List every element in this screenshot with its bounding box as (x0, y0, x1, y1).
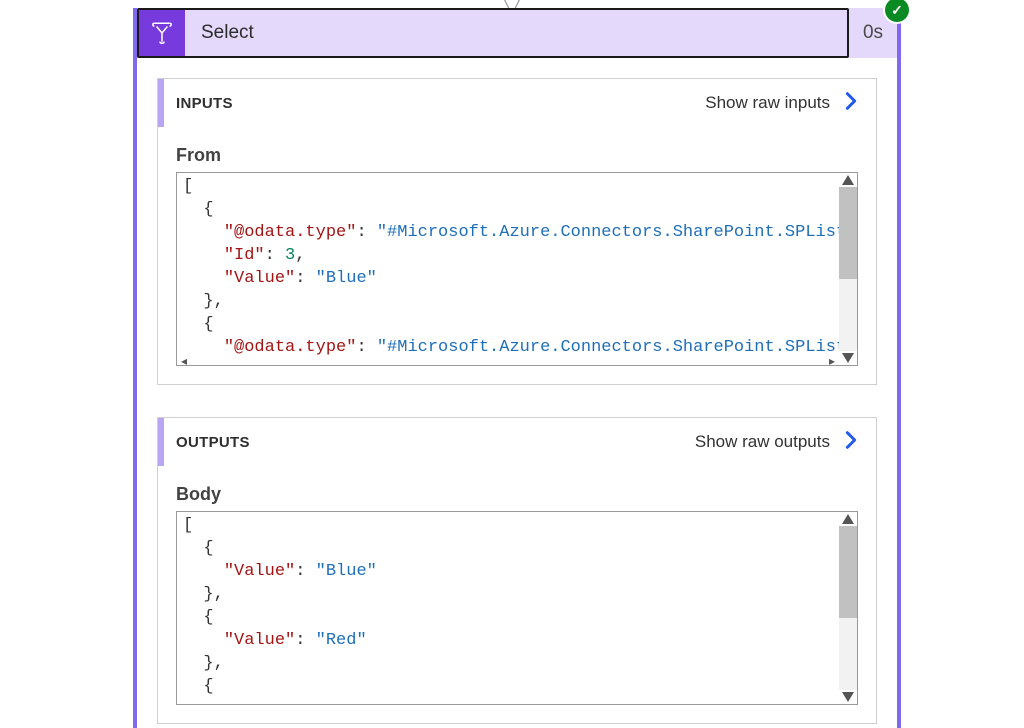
code-line: { (183, 537, 839, 560)
select-action-card[interactable]: ✓ Select 0s (133, 8, 901, 728)
inputs-panel-title: INPUTS (164, 95, 705, 112)
code-line: "@odata.type": "#Microsoft.Azure.Connect… (183, 221, 839, 244)
inputs-panel: INPUTS Show raw inputs From [ { "@odata.… (157, 78, 877, 385)
code-line: { (183, 675, 839, 698)
code-line: "Value": "Blue" (183, 560, 839, 583)
inputs-from-label: From (176, 145, 858, 166)
show-raw-inputs-label: Show raw inputs (705, 93, 830, 113)
code-line: "Id": 3, (183, 244, 839, 267)
code-line: { (183, 198, 839, 221)
show-raw-outputs-link[interactable]: Show raw outputs (695, 429, 862, 456)
chevron-right-icon (840, 429, 862, 456)
code-line: }, (183, 583, 839, 606)
show-raw-inputs-link[interactable]: Show raw inputs (705, 90, 862, 117)
chevron-right-icon (840, 90, 862, 117)
status-success-icon: ✓ (885, 0, 909, 22)
code-line: "Value": "Red" (183, 629, 839, 652)
outputs-panel-title: OUTPUTS (164, 434, 695, 451)
code-line: }, (183, 290, 839, 313)
vertical-scrollbar[interactable] (839, 526, 857, 690)
outputs-panel: OUTPUTS Show raw outputs Body [ { "Value… (157, 417, 877, 724)
select-action-icon (139, 10, 185, 56)
inputs-code-box[interactable]: [ { "@odata.type": "#Microsoft.Azure.Con… (176, 172, 858, 366)
code-line: "Value": "Blue" (183, 267, 839, 290)
code-line: { (183, 606, 839, 629)
action-title: Select (185, 22, 254, 44)
code-line: { (183, 313, 839, 336)
action-header[interactable]: Select 0s (137, 8, 897, 58)
show-raw-outputs-label: Show raw outputs (695, 432, 830, 452)
code-line: [ (183, 514, 839, 537)
outputs-code-box[interactable]: [ { "Value": "Blue" }, { "Value": "Red" … (176, 511, 858, 705)
code-line: }, (183, 652, 839, 675)
outputs-body-label: Body (176, 484, 858, 505)
vertical-scrollbar[interactable] (839, 187, 857, 351)
horizontal-scrollbar[interactable]: ◂▸ (179, 351, 837, 363)
code-line: [ (183, 175, 839, 198)
